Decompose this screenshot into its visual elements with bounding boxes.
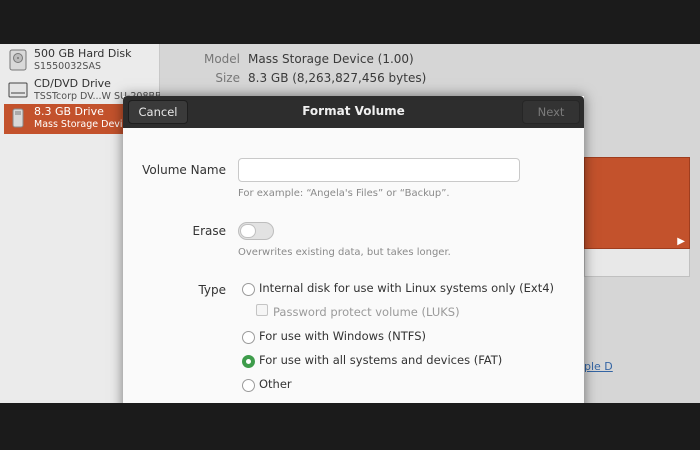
- radio-other[interactable]: [242, 379, 255, 392]
- luks-checkbox[interactable]: [256, 304, 268, 316]
- partition-block[interactable]: ▶: [584, 157, 690, 249]
- switch-knob: [240, 224, 256, 238]
- model-value: Mass Storage Device (1.00): [248, 52, 414, 66]
- dialog-title: Format Volume: [302, 104, 405, 118]
- erase-hint: Overwrites existing data, but takes long…: [238, 247, 451, 258]
- volume-name-label: Volume Name: [142, 163, 226, 177]
- option-ntfs-label[interactable]: For use with Windows (NTFS): [259, 329, 426, 343]
- type-label: Type: [198, 283, 226, 297]
- size-value: 8.3 GB (8,263,827,456 bytes): [248, 71, 427, 85]
- option-other-label[interactable]: Other: [259, 377, 292, 391]
- option-ext4-label[interactable]: Internal disk for use with Linux systems…: [259, 281, 554, 295]
- volume-name-input[interactable]: [238, 158, 520, 182]
- radio-ntfs[interactable]: [242, 331, 255, 344]
- volume-name-hint: For example: “Angela's Files” or “Backup…: [238, 188, 450, 199]
- erase-label: Erase: [192, 224, 226, 238]
- option-luks-label[interactable]: Password protect volume (LUKS): [273, 305, 460, 319]
- optical-drive-icon: [8, 79, 28, 101]
- play-icon: ▶: [677, 236, 685, 247]
- next-button[interactable]: Next: [522, 100, 580, 124]
- option-fat-label[interactable]: For use with all systems and devices (FA…: [259, 353, 502, 367]
- partition-bar-base: [584, 249, 690, 277]
- size-label: Size: [215, 71, 240, 85]
- erase-switch[interactable]: [238, 222, 274, 240]
- disks-window: 500 GB Hard Disk S1550032SAS CD/DVD Driv…: [0, 44, 700, 403]
- drive-name: CD/DVD Drive: [34, 77, 111, 90]
- drive-serial: S1550032SAS: [34, 61, 102, 72]
- dialog-header: Cancel Format Volume Next: [123, 96, 584, 128]
- drive-name: 500 GB Hard Disk: [34, 47, 132, 60]
- drive-name: 8.3 GB Drive: [34, 105, 104, 118]
- radio-fat[interactable]: [242, 355, 255, 368]
- sidebar-item-hard-disk[interactable]: 500 GB Hard Disk S1550032SAS: [4, 46, 160, 76]
- usb-drive-icon: [8, 107, 28, 129]
- format-volume-dialog: Cancel Format Volume Next Volume Name Fo…: [123, 96, 584, 403]
- model-label: Model: [203, 52, 240, 66]
- volume-link[interactable]: ple D: [584, 360, 613, 373]
- radio-ext4[interactable]: [242, 283, 255, 296]
- hard-disk-icon: [8, 49, 28, 71]
